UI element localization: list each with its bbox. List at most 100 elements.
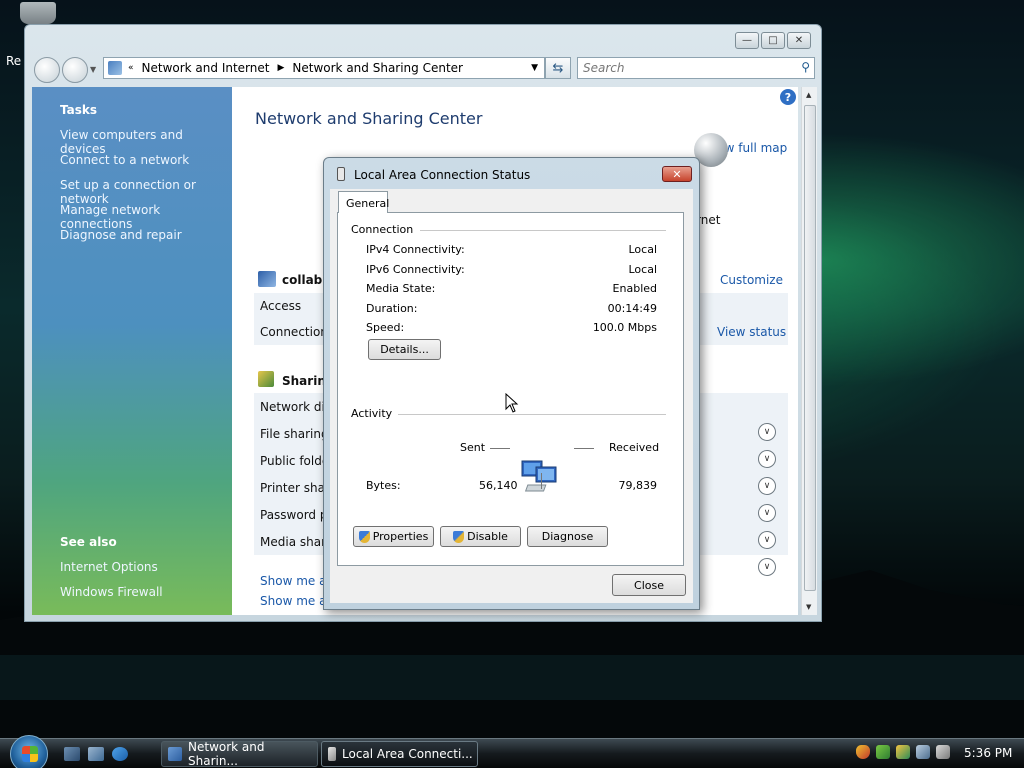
start-button[interactable]: [10, 735, 48, 768]
refresh-button[interactable]: ⇆: [545, 57, 571, 79]
task-view-computers[interactable]: View computers and devices: [60, 128, 232, 156]
network-folder-icon: [108, 61, 122, 75]
diagnose-button[interactable]: Diagnose: [527, 526, 608, 547]
see-also-internet-options[interactable]: Internet Options: [60, 560, 158, 574]
scrollbar-thumb[interactable]: [804, 105, 816, 591]
breadcrumb-network-and-internet[interactable]: Network and Internet: [142, 61, 270, 75]
ipv6-connectivity-value: Local: [628, 263, 657, 276]
sidebar-gadgets-icon[interactable]: [876, 745, 890, 759]
taskbar-button-local-area-connection[interactable]: Local Area Connecti...: [321, 741, 478, 767]
bytes-sent-value: 56,140: [479, 479, 518, 492]
volume-muted-icon[interactable]: [936, 745, 950, 759]
close-window-button[interactable]: ✕: [787, 32, 811, 49]
tab-general[interactable]: General: [338, 191, 389, 213]
breadcrumb-network-and-sharing-center[interactable]: Network and Sharing Center: [292, 61, 463, 75]
diagnose-button-label: Diagnose: [541, 530, 594, 543]
details-button[interactable]: Details...: [368, 339, 441, 360]
search-input[interactable]: Search ⚲: [577, 57, 815, 79]
connection-label: Connection: [260, 325, 328, 339]
forward-button[interactable]: [62, 57, 88, 83]
access-label: Access: [260, 299, 302, 313]
back-button[interactable]: [34, 57, 60, 83]
network-connection-icon: [328, 747, 336, 761]
expand-network-discovery-chevron-icon[interactable]: ∨: [758, 423, 776, 441]
network-connection-icon: [337, 167, 345, 181]
details-button-label: Details...: [380, 343, 429, 356]
close-button[interactable]: Close: [612, 574, 686, 596]
network-center-icon: [168, 747, 182, 761]
bytes-received-value: 79,839: [618, 479, 658, 492]
sent-line: [490, 448, 510, 449]
disable-button[interactable]: Disable: [440, 526, 521, 547]
windows-logo-icon: [22, 746, 38, 762]
properties-button-label: Properties: [372, 530, 429, 543]
expand-printer-sharing-chevron-icon[interactable]: ∨: [758, 504, 776, 522]
expand-password-chevron-icon[interactable]: ∨: [758, 531, 776, 549]
task-diagnose-repair[interactable]: Diagnose and repair: [60, 228, 182, 242]
system-tray: [856, 745, 950, 759]
expand-file-sharing-chevron-icon[interactable]: ∨: [758, 450, 776, 468]
recycle-bin-icon[interactable]: [20, 2, 56, 24]
activity-divider: [398, 414, 666, 415]
sharing-icon: [258, 371, 274, 387]
received-line: [574, 448, 594, 449]
search-icon[interactable]: ⚲: [801, 60, 810, 74]
media-state-value: Enabled: [612, 282, 657, 295]
tasks-heading: Tasks: [60, 103, 98, 117]
connection-divider: [420, 230, 666, 231]
minimize-button[interactable]: —: [735, 32, 759, 49]
show-desktop-icon[interactable]: [64, 747, 80, 761]
sharing-row-network-discovery: Network dis: [260, 400, 332, 414]
breadcrumb-separator-icon[interactable]: ▶: [277, 63, 284, 73]
expand-media-sharing-chevron-icon[interactable]: ∨: [758, 558, 776, 576]
see-also-windows-firewall[interactable]: Windows Firewall: [60, 585, 163, 599]
bytes-label: Bytes:: [366, 479, 401, 492]
uac-shield-icon: [358, 530, 370, 543]
address-dropdown-icon[interactable]: ▼: [531, 63, 538, 73]
internet-explorer-icon[interactable]: [112, 747, 128, 761]
taskbar-label-network-sharing: Network and Sharin...: [188, 740, 265, 768]
switch-windows-icon[interactable]: [88, 747, 104, 761]
maximize-button[interactable]: □: [761, 32, 785, 49]
search-placeholder: Search: [583, 61, 625, 75]
customize-link[interactable]: Customize: [720, 273, 783, 287]
ipv4-connectivity-label: IPv4 Connectivity:: [366, 243, 465, 256]
sharing-row-public-folder: Public folde: [260, 454, 330, 468]
recycle-bin-label: Re: [6, 54, 22, 68]
dialog-title: Local Area Connection Status: [354, 168, 531, 182]
properties-button[interactable]: Properties: [353, 526, 434, 547]
window-caption-buttons: — □ ✕: [735, 32, 811, 49]
task-connect-to-network[interactable]: Connect to a network: [60, 153, 189, 167]
breadcrumb-overflow-icon[interactable]: «: [128, 63, 134, 73]
network-status-icon[interactable]: [916, 745, 930, 759]
disable-button-label: Disable: [467, 530, 508, 543]
view-status-link[interactable]: View status: [717, 325, 786, 339]
duration-value: 00:14:49: [607, 302, 657, 315]
address-bar[interactable]: « Network and Internet ▶ Network and Sha…: [103, 57, 545, 79]
task-set-up-connection[interactable]: Set up a connection or network: [60, 178, 232, 206]
recent-pages-chevron-icon[interactable]: ▼: [90, 65, 96, 74]
scroll-down-arrow-icon[interactable]: ▼: [806, 603, 811, 611]
ipv4-connectivity-value: Local: [628, 243, 657, 256]
scroll-up-arrow-icon[interactable]: ▲: [806, 91, 811, 99]
sharing-row-password-protected: Password pr: [260, 508, 333, 522]
dialog-close-button[interactable]: ✕: [662, 166, 692, 182]
speed-label: Speed:: [366, 321, 405, 334]
duration-label: Duration:: [366, 302, 418, 315]
taskbar-button-network-sharing[interactable]: Network and Sharin...: [161, 740, 318, 768]
network-computers-icon: [521, 460, 557, 492]
uac-shield-icon: [453, 530, 465, 543]
received-label: Received: [609, 441, 660, 454]
sent-label: Sent: [460, 441, 486, 454]
taskbar-label-local-area-connection: Local Area Connecti...: [342, 747, 473, 761]
content-scrollbar[interactable]: ▲ ▼: [801, 87, 817, 615]
sharing-row-file-sharing: File sharing: [260, 427, 329, 441]
expand-public-folder-chevron-icon[interactable]: ∨: [758, 477, 776, 495]
clock[interactable]: 5:36 PM: [964, 746, 1012, 760]
windows-update-icon[interactable]: [896, 745, 910, 759]
taskbar: Network and Sharin... Local Area Connect…: [0, 735, 1024, 768]
speed-value: 100.0 Mbps: [592, 321, 657, 334]
task-manage-connections[interactable]: Manage network connections: [60, 203, 232, 231]
help-icon[interactable]: ?: [780, 89, 796, 105]
security-alert-shield-icon[interactable]: [856, 745, 870, 759]
